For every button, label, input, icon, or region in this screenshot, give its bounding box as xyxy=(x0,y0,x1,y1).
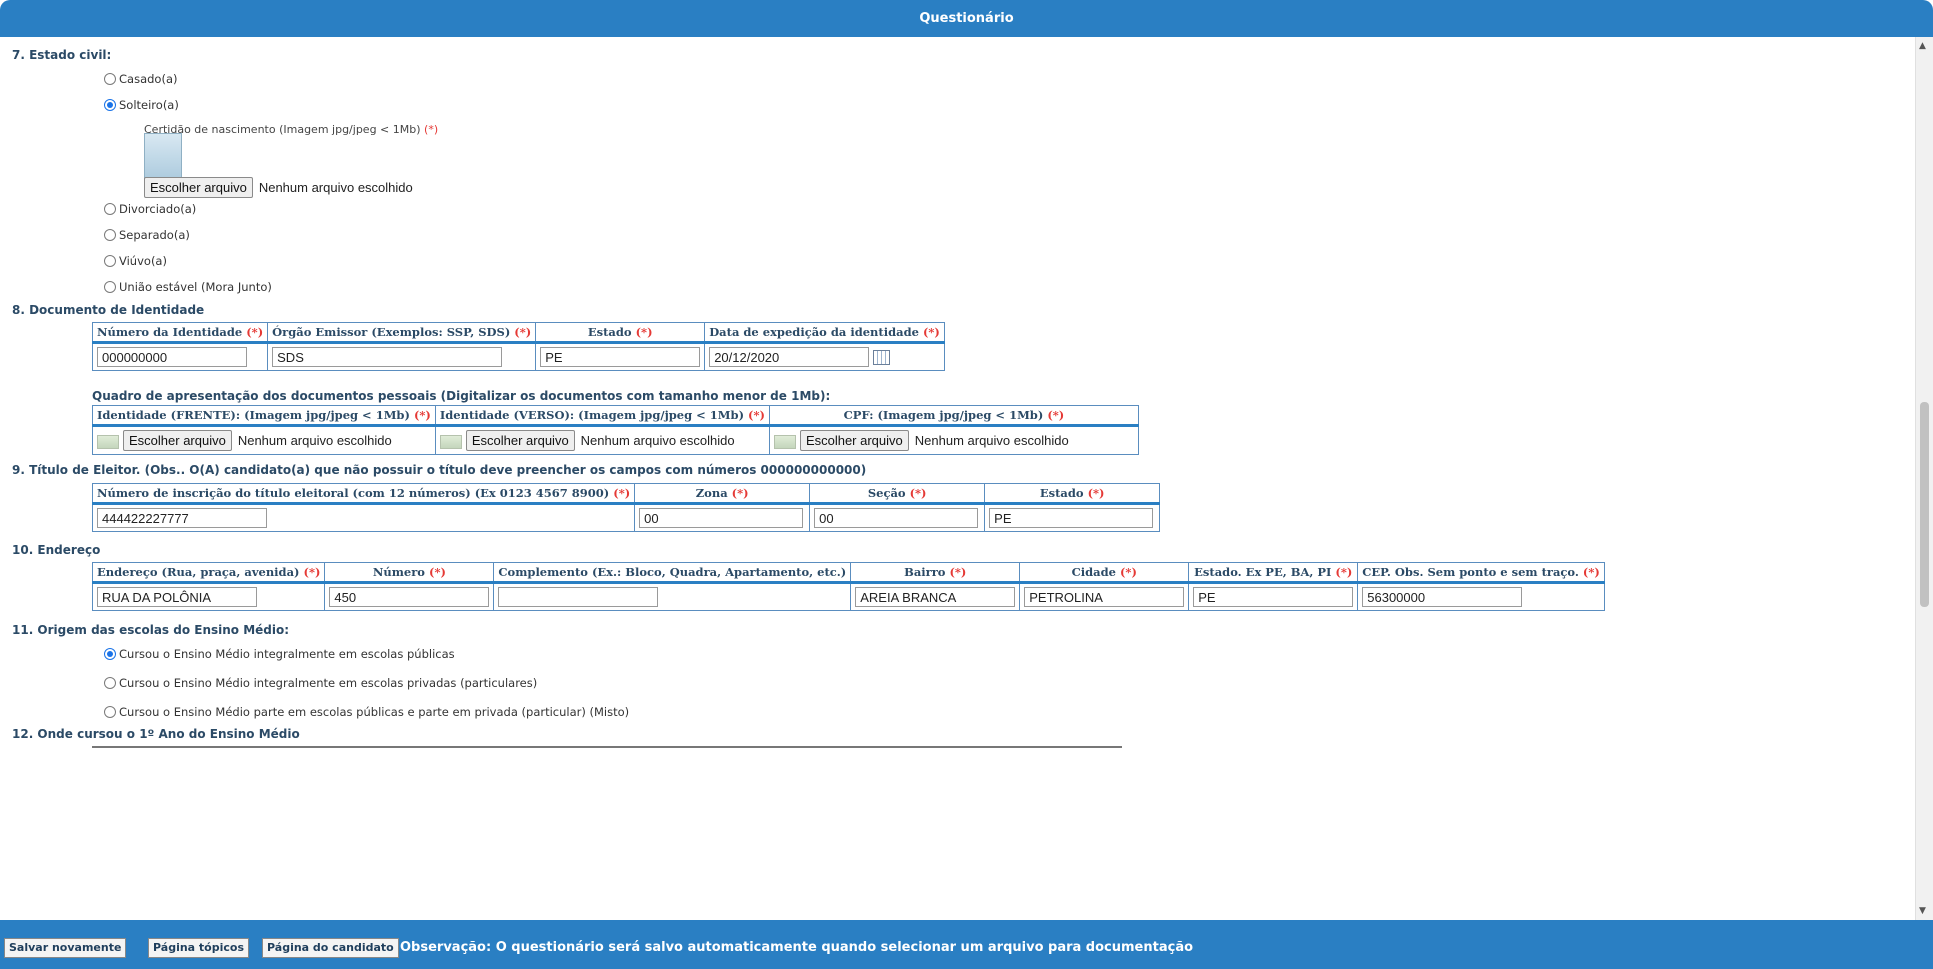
radio-checked-icon[interactable] xyxy=(104,648,116,660)
address-state-input[interactable]: PE xyxy=(1193,587,1354,607)
radio-icon[interactable] xyxy=(104,677,116,689)
radio-option-solteiro[interactable]: Solteiro(a) xyxy=(104,98,179,112)
radio-icon[interactable] xyxy=(104,73,116,85)
radio-icon[interactable] xyxy=(104,706,116,718)
footer-note: Observação: O questionário será salvo au… xyxy=(400,940,1194,955)
col-header: Número da Identidade (*) xyxy=(91,322,269,344)
file-status: Nenhum arquivo escolhido xyxy=(580,433,735,448)
save-again-button[interactable]: Salvar novamente xyxy=(4,938,127,958)
scroll-thumb[interactable] xyxy=(1920,402,1929,607)
questionnaire-content[interactable]: 7. Estado civil: Casado(a) Solteiro(a) C… xyxy=(0,37,1933,920)
topics-page-button[interactable]: Página tópicos xyxy=(148,938,250,958)
radio-option-viuvo[interactable]: Viúvo(a) xyxy=(104,254,167,268)
calendar-icon[interactable] xyxy=(873,349,891,365)
voter-state-input[interactable]: PE xyxy=(989,508,1154,528)
col-header: Identidade (FRENTE): (Imagem jpg/jpeg < … xyxy=(92,405,436,427)
voter-title-table: Número de inscrição do título eleitoral … xyxy=(91,483,1161,532)
street-input[interactable]: RUA DA POLÔNIA xyxy=(97,587,257,607)
zone-input[interactable]: 00 xyxy=(639,508,804,528)
col-header: Endereço (Rua, praça, avenida) (*) xyxy=(91,562,326,584)
complement-input[interactable] xyxy=(498,587,659,607)
cep-input[interactable]: 56300000 xyxy=(1362,587,1523,607)
question-10-title: 10. Endereço xyxy=(12,543,101,557)
identity-number-input[interactable]: 000000000 xyxy=(97,347,247,367)
file-status: Nenhum arquivo escolhido xyxy=(258,180,413,195)
file-status: Nenhum arquivo escolhido xyxy=(914,433,1069,448)
document-image-icon xyxy=(773,434,796,449)
col-header: CEP. Obs. Sem ponto e sem traço. (*) xyxy=(1357,562,1605,584)
col-header: CPF: (Imagem jpg/jpeg < 1Mb) (*) xyxy=(768,405,1139,427)
number-input[interactable]: 450 xyxy=(329,587,490,607)
col-header: Cidade (*) xyxy=(1019,562,1190,584)
radio-checked-icon[interactable] xyxy=(104,99,116,111)
question-9-title: 9. Título de Eleitor. (Obs.. O(A) candid… xyxy=(12,463,867,477)
birth-certificate-label: Certidão de nascimento (Imagem jpg/jpeg … xyxy=(144,123,439,136)
document-image-icon xyxy=(97,434,119,449)
identity-table: Número da Identidade (*) Órgão Emissor (… xyxy=(91,322,945,371)
radio-icon[interactable] xyxy=(104,255,116,267)
radio-option-mixed-school[interactable]: Cursou o Ensino Médio parte em escolas p… xyxy=(104,705,629,719)
identity-state-input[interactable]: PE xyxy=(540,347,701,367)
question-11-title: 11. Origem das escolas do Ensino Médio: xyxy=(12,623,290,637)
col-header: Estado (*) xyxy=(984,483,1161,505)
radio-icon[interactable] xyxy=(104,203,116,215)
scroll-up-icon[interactable]: ▲ xyxy=(1919,41,1926,51)
page-header: Questionário xyxy=(0,0,1933,37)
radio-option-uniao-estavel[interactable]: União estável (Mora Junto) xyxy=(104,280,272,294)
footer-bar: Salvar novamente Página tópicos Página d… xyxy=(0,920,1933,969)
documents-caption: Quadro de apresentação dos documentos pe… xyxy=(92,389,831,403)
col-header: Data de expedição da identidade (*) xyxy=(704,322,945,344)
choose-file-button[interactable]: Escolher arquivo xyxy=(123,430,232,451)
vertical-scrollbar[interactable]: ▲ ▼ xyxy=(1915,37,1933,920)
radio-option-private-school[interactable]: Cursou o Ensino Médio integralmente em e… xyxy=(104,676,537,690)
col-header: Zona (*) xyxy=(634,483,811,505)
scroll-down-icon[interactable]: ▼ xyxy=(1919,906,1926,916)
radio-icon[interactable] xyxy=(104,281,116,293)
documents-table: Identidade (FRENTE): (Imagem jpg/jpeg < … xyxy=(92,405,1139,455)
question-12-title: 12. Onde cursou o 1º Ano do Ensino Médio xyxy=(12,727,300,741)
issuer-input[interactable]: SDS xyxy=(272,347,503,367)
col-header: Identidade (VERSO): (Imagem jpg/jpeg < 1… xyxy=(434,405,770,427)
q12-table-edge xyxy=(92,746,1122,748)
section-input[interactable]: 00 xyxy=(814,508,979,528)
radio-option-casado[interactable]: Casado(a) xyxy=(104,72,177,86)
choose-file-button[interactable]: Escolher arquivo xyxy=(465,430,575,451)
col-header: Complemento (Ex.: Bloco, Quadra, Apartam… xyxy=(493,562,852,584)
choose-file-button[interactable]: Escolher arquivo xyxy=(144,177,253,198)
neighborhood-input[interactable]: AREIA BRANCA xyxy=(855,587,1016,607)
birth-certificate-file-input[interactable]: Escolher arquivo Nenhum arquivo escolhido xyxy=(144,177,413,198)
voter-number-input[interactable]: 444422227777 xyxy=(97,508,267,528)
radio-option-divorciado[interactable]: Divorciado(a) xyxy=(104,202,196,216)
radio-option-separado[interactable]: Separado(a) xyxy=(104,228,190,242)
col-header: Estado (*) xyxy=(535,322,706,344)
col-header: Órgão Emissor (Exemplos: SSP, SDS) (*) xyxy=(267,322,537,344)
question-7-title: 7. Estado civil: xyxy=(12,48,112,62)
page-title: Questionário xyxy=(919,11,1014,26)
file-status: Nenhum arquivo escolhido xyxy=(237,433,392,448)
city-input[interactable]: PETROLINA xyxy=(1024,587,1185,607)
col-header: Número de inscrição do título eleitoral … xyxy=(91,483,636,505)
issue-date-input[interactable]: 20/12/2020 xyxy=(709,347,870,367)
col-header: Seção (*) xyxy=(809,483,986,505)
question-8-title: 8. Documento de Identidade xyxy=(12,303,205,317)
choose-file-button[interactable]: Escolher arquivo xyxy=(799,430,909,451)
col-header: Estado. Ex PE, BA, PI (*) xyxy=(1188,562,1359,584)
document-image-icon xyxy=(439,434,462,449)
col-header: Número (*) xyxy=(324,562,495,584)
address-table: Endereço (Rua, praça, avenida) (*) Númer… xyxy=(91,562,1605,611)
col-header: Bairro (*) xyxy=(850,562,1021,584)
radio-option-public-school[interactable]: Cursou o Ensino Médio integralmente em e… xyxy=(104,647,455,661)
radio-icon[interactable] xyxy=(104,229,116,241)
candidate-page-button[interactable]: Página do candidato xyxy=(262,938,399,958)
